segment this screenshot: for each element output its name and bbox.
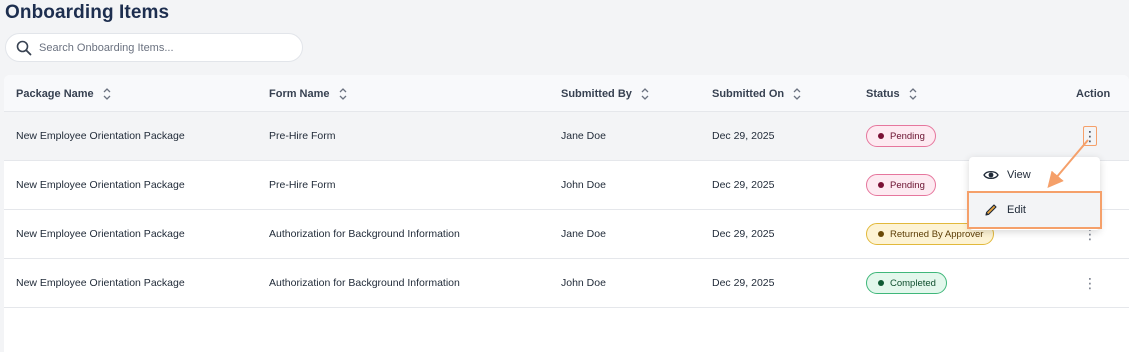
cell-submitted-on: Dec 29, 2025 — [712, 179, 775, 191]
sort-icon[interactable] — [792, 86, 802, 102]
status-dot — [878, 231, 884, 237]
menu-item-edit[interactable]: Edit — [967, 191, 1102, 229]
search-input[interactable] — [39, 41, 279, 54]
menu-item-label: Edit — [1007, 204, 1026, 216]
sort-icon[interactable] — [338, 86, 348, 102]
onboarding-items-table: Package Name Form Name Submitted By Subm… — [4, 75, 1129, 352]
status-dot — [878, 182, 884, 188]
eye-icon — [983, 167, 999, 183]
cell-form-name: Pre-Hire Form — [269, 179, 336, 191]
cell-submitted-by: John Doe — [561, 277, 606, 289]
column-header-submitted-by[interactable]: Submitted By — [561, 75, 650, 112]
cell-package-name: New Employee Orientation Package — [16, 130, 185, 142]
cell-submitted-by: Jane Doe — [561, 228, 606, 240]
cell-form-name: Authorization for Background Information — [269, 277, 460, 289]
status-badge: Pending — [866, 125, 936, 147]
column-header-status[interactable]: Status — [866, 75, 918, 112]
cell-submitted-by: John Doe — [561, 179, 606, 191]
status-dot — [878, 280, 884, 286]
sort-icon[interactable] — [908, 86, 918, 102]
menu-item-view[interactable]: View — [969, 158, 1100, 192]
onboarding-items-page: Onboarding Items Package Name Form Name — [0, 0, 1129, 352]
sort-icon[interactable] — [640, 86, 650, 102]
table-row[interactable]: New Employee Orientation Package Authori… — [4, 259, 1129, 308]
cell-submitted-by: Jane Doe — [561, 130, 606, 142]
action-menu: View Edit — [967, 157, 1102, 230]
cell-package-name: New Employee Orientation Package — [16, 179, 185, 191]
table-header: Package Name Form Name Submitted By Subm… — [4, 75, 1129, 112]
search-bar[interactable] — [5, 33, 303, 62]
more-actions-icon[interactable]: ⋮ — [1083, 273, 1097, 293]
status-dot — [878, 133, 884, 139]
table-row[interactable]: New Employee Orientation Package Authori… — [4, 210, 1129, 259]
table-row[interactable]: New Employee Orientation Package Pre-Hir… — [4, 161, 1129, 210]
more-actions-icon[interactable]: ⋮ — [1083, 126, 1097, 146]
page-title: Onboarding Items — [5, 2, 170, 23]
status-badge: Completed — [866, 272, 947, 294]
cell-status: Completed — [866, 259, 947, 307]
table-row[interactable]: New Employee Orientation Package Pre-Hir… — [4, 112, 1129, 161]
cell-form-name: Pre-Hire Form — [269, 130, 336, 142]
pencil-icon — [983, 202, 999, 218]
cell-submitted-on: Dec 29, 2025 — [712, 277, 775, 289]
menu-item-label: View — [1007, 169, 1031, 181]
sort-icon[interactable] — [102, 86, 112, 102]
cell-submitted-on: Dec 29, 2025 — [712, 130, 775, 142]
cell-package-name: New Employee Orientation Package — [16, 228, 185, 240]
cell-package-name: New Employee Orientation Package — [16, 277, 185, 289]
cell-status: Pending — [866, 161, 936, 209]
cell-form-name: Authorization for Background Information — [269, 228, 460, 240]
search-icon — [16, 40, 32, 56]
cell-submitted-on: Dec 29, 2025 — [712, 228, 775, 240]
cell-status: Pending — [866, 112, 936, 160]
column-header-submitted-on[interactable]: Submitted On — [712, 75, 802, 112]
column-header-package-name[interactable]: Package Name — [16, 75, 112, 112]
column-header-action: Action — [1076, 87, 1111, 100]
column-header-form-name[interactable]: Form Name — [269, 75, 348, 112]
status-badge: Pending — [866, 174, 936, 196]
